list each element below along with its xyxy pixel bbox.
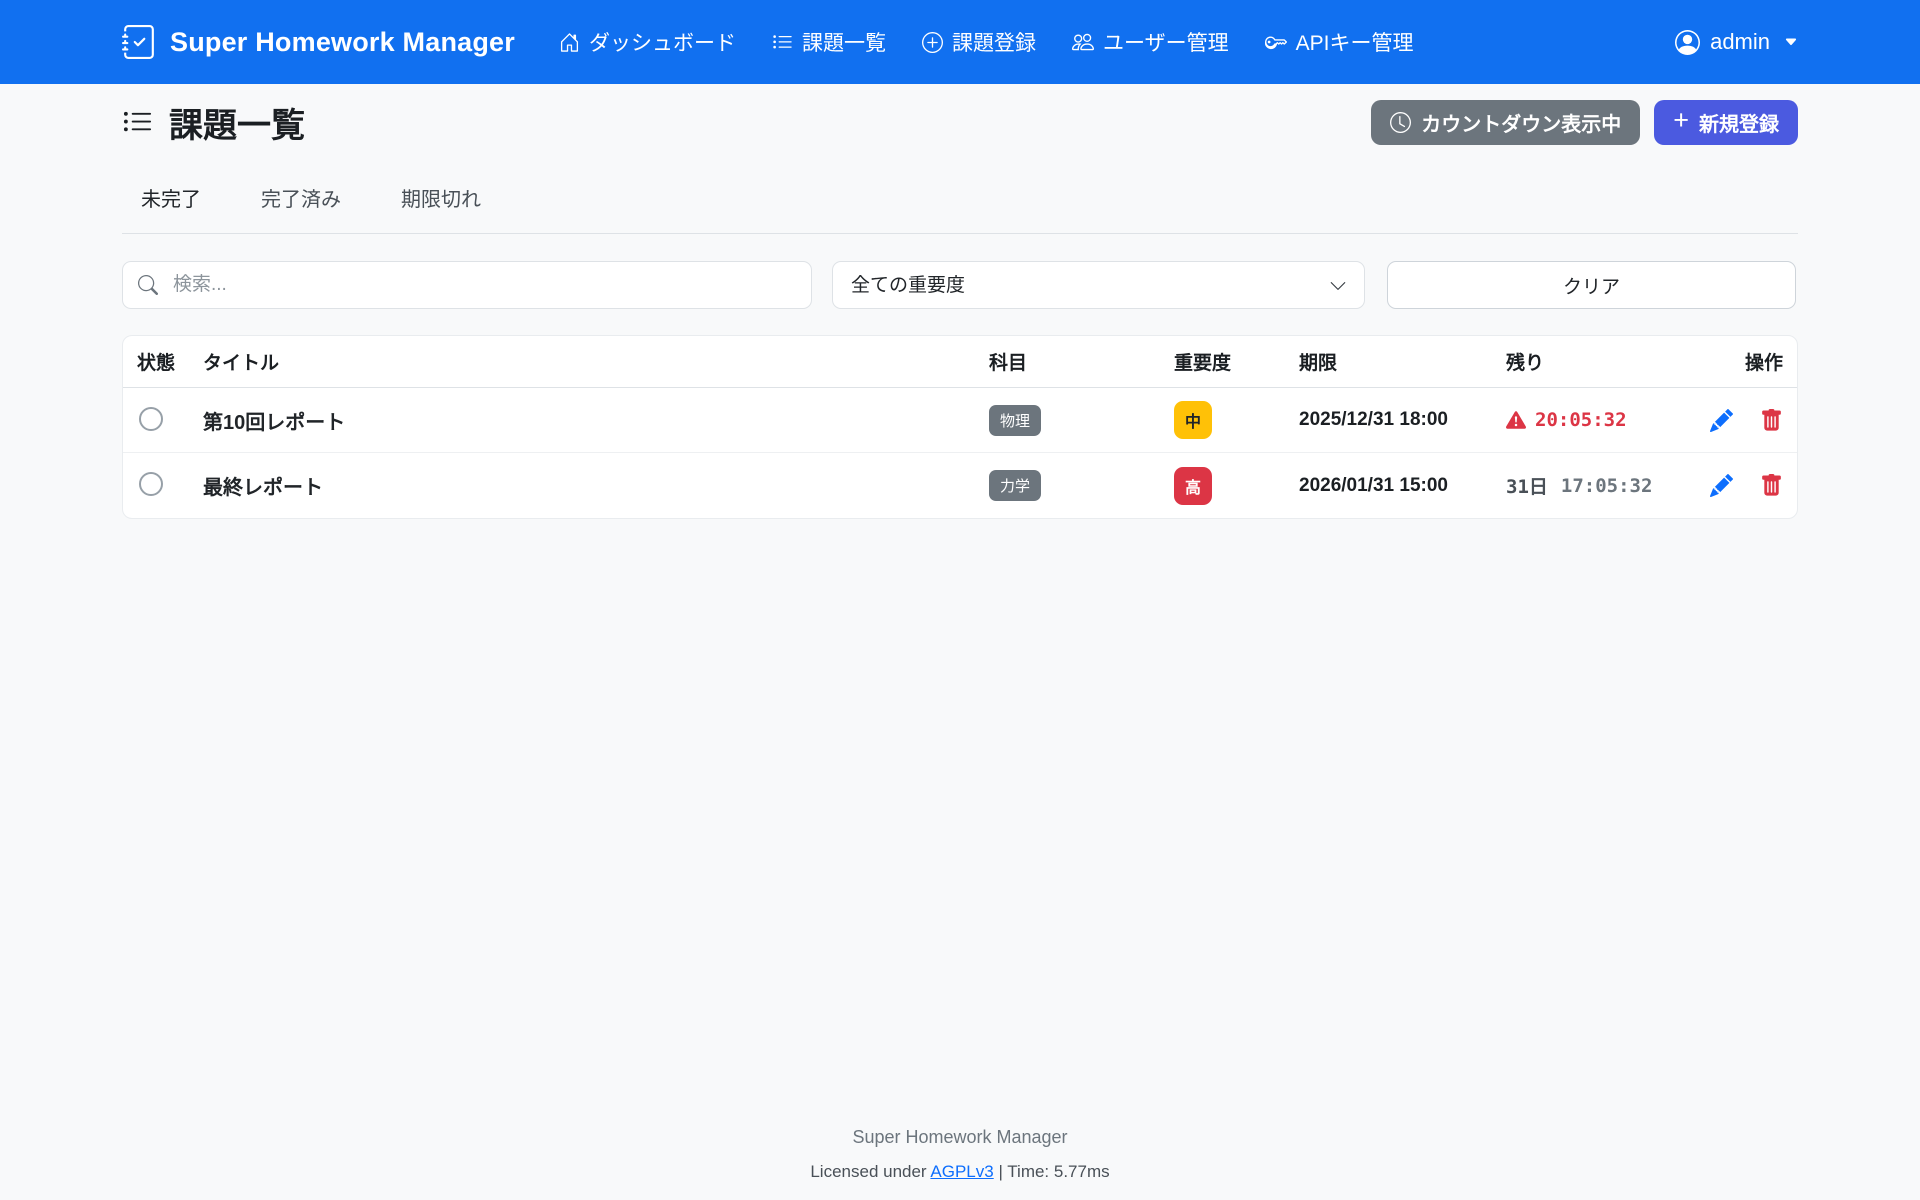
table-row: 最終レポート 力学 高 2026/01/31 15:00 31日 17:05:3… bbox=[123, 453, 1797, 518]
remaining-time: 17:05:32 bbox=[1561, 475, 1653, 497]
main-nav: ダッシュボード 課題一覧 課題登録 ユーザー管理 APIキー管理 bbox=[559, 27, 1413, 57]
main-content: 課題一覧 カウントダウン表示中 + 新規登録 未完了 完了済み 期限切れ bbox=[0, 84, 1920, 519]
status-toggle[interactable] bbox=[139, 407, 163, 431]
person-circle-icon bbox=[1675, 30, 1700, 55]
col-header-priority: 重要度 bbox=[1174, 348, 1287, 375]
remaining-countdown: 20:05:32 bbox=[1506, 409, 1689, 431]
trash-icon bbox=[1760, 409, 1783, 432]
table-row: 第10回レポート 物理 中 2025/12/31 18:00 20:05:32 bbox=[123, 388, 1797, 453]
delete-button[interactable] bbox=[1760, 409, 1783, 432]
footer-license-suffix: | Time: 5.77ms bbox=[998, 1162, 1109, 1181]
nav-user-management-label: ユーザー管理 bbox=[1103, 27, 1229, 57]
col-header-actions: 操作 bbox=[1701, 348, 1783, 375]
assignment-title: 最終レポート bbox=[203, 471, 977, 500]
user-name: admin bbox=[1710, 29, 1770, 55]
header-actions: カウントダウン表示中 + 新規登録 bbox=[1371, 100, 1798, 145]
clock-icon bbox=[1390, 112, 1411, 133]
plus-circle-icon bbox=[922, 32, 943, 53]
footer-license-prefix: Licensed under bbox=[810, 1162, 926, 1181]
remaining-countdown: 31日 17:05:32 bbox=[1506, 472, 1689, 499]
filter-bar: 全ての重要度 クリア bbox=[122, 261, 1798, 309]
priority-select-wrap: 全ての重要度 bbox=[832, 261, 1365, 309]
col-header-deadline: 期限 bbox=[1299, 348, 1494, 375]
page-footer: Super Homework Manager Licensed under AG… bbox=[0, 1127, 1920, 1200]
key-icon bbox=[1265, 31, 1287, 53]
new-assignment-button[interactable]: + 新規登録 bbox=[1654, 100, 1798, 145]
nav-api-key-management[interactable]: APIキー管理 bbox=[1265, 27, 1414, 57]
status-tabs: 未完了 完了済み 期限切れ bbox=[122, 172, 1798, 234]
tab-incomplete[interactable]: 未完了 bbox=[122, 172, 220, 233]
row-actions bbox=[1701, 474, 1783, 497]
assignments-table: 状態 タイトル 科目 重要度 期限 残り 操作 第10回レポート 物理 中 20… bbox=[122, 335, 1798, 519]
nav-api-key-management-label: APIキー管理 bbox=[1296, 27, 1414, 57]
search-field-wrap bbox=[122, 261, 812, 309]
users-icon bbox=[1072, 31, 1094, 53]
subject-badge: 物理 bbox=[989, 405, 1041, 436]
nav-user-management[interactable]: ユーザー管理 bbox=[1072, 27, 1229, 57]
tab-completed[interactable]: 完了済み bbox=[242, 172, 360, 233]
caret-down-icon bbox=[1784, 35, 1798, 49]
edit-button[interactable] bbox=[1710, 409, 1733, 432]
warning-triangle-icon bbox=[1506, 410, 1526, 430]
pencil-icon bbox=[1710, 409, 1733, 432]
new-assignment-label: 新規登録 bbox=[1699, 108, 1779, 137]
remaining-time: 20:05:32 bbox=[1535, 409, 1627, 431]
col-header-subject: 科目 bbox=[989, 348, 1162, 375]
subject-badge: 力学 bbox=[989, 470, 1041, 501]
assignment-title: 第10回レポート bbox=[203, 406, 977, 435]
deadline-text: 2025/12/31 18:00 bbox=[1299, 409, 1494, 431]
tab-overdue[interactable]: 期限切れ bbox=[382, 172, 500, 233]
search-input[interactable] bbox=[122, 261, 812, 309]
status-toggle[interactable] bbox=[139, 472, 163, 496]
page-title-text: 課題一覧 bbox=[169, 98, 305, 147]
countdown-toggle-label: カウントダウン表示中 bbox=[1421, 108, 1621, 137]
edit-button[interactable] bbox=[1710, 474, 1733, 497]
footer-meta: Licensed under AGPLv3 | Time: 5.77ms bbox=[0, 1162, 1920, 1182]
clear-filters-button[interactable]: クリア bbox=[1387, 261, 1796, 309]
list-icon bbox=[122, 107, 153, 138]
table-header-row: 状態 タイトル 科目 重要度 期限 残り 操作 bbox=[123, 336, 1797, 388]
nav-assignment-register-label: 課題登録 bbox=[952, 27, 1036, 57]
footer-app-name: Super Homework Manager bbox=[0, 1127, 1920, 1148]
trash-icon bbox=[1760, 474, 1783, 497]
priority-badge: 中 bbox=[1174, 401, 1212, 439]
list-icon bbox=[772, 32, 793, 53]
col-header-status: 状態 bbox=[137, 348, 191, 375]
countdown-toggle-button[interactable]: カウントダウン表示中 bbox=[1371, 100, 1640, 145]
deadline-text: 2026/01/31 15:00 bbox=[1299, 475, 1494, 497]
top-navbar: Super Homework Manager ダッシュボード 課題一覧 課題登録… bbox=[0, 0, 1920, 84]
row-actions bbox=[1701, 409, 1783, 432]
journal-check-icon bbox=[122, 25, 156, 59]
nav-dashboard-label: ダッシュボード bbox=[589, 27, 736, 57]
footer-license-link[interactable]: AGPLv3 bbox=[930, 1162, 993, 1181]
page-header: 課題一覧 カウントダウン表示中 + 新規登録 bbox=[122, 99, 1798, 145]
page-title: 課題一覧 bbox=[122, 98, 305, 147]
brand-title: Super Homework Manager bbox=[170, 27, 515, 58]
user-menu[interactable]: admin bbox=[1675, 29, 1798, 55]
brand[interactable]: Super Homework Manager bbox=[122, 25, 515, 59]
house-icon bbox=[559, 32, 580, 53]
plus-icon: + bbox=[1673, 107, 1689, 134]
nav-dashboard[interactable]: ダッシュボード bbox=[559, 27, 736, 57]
priority-badge: 高 bbox=[1174, 467, 1212, 505]
nav-assignment-list[interactable]: 課題一覧 bbox=[772, 27, 886, 57]
delete-button[interactable] bbox=[1760, 474, 1783, 497]
nav-assignment-list-label: 課題一覧 bbox=[802, 27, 886, 57]
priority-select[interactable]: 全ての重要度 bbox=[832, 261, 1365, 309]
pencil-icon bbox=[1710, 474, 1733, 497]
col-header-title: タイトル bbox=[203, 348, 977, 375]
col-header-remaining: 残り bbox=[1506, 348, 1689, 375]
search-icon bbox=[138, 275, 158, 295]
remaining-days: 31日 bbox=[1506, 472, 1548, 499]
nav-assignment-register[interactable]: 課題登録 bbox=[922, 27, 1036, 57]
